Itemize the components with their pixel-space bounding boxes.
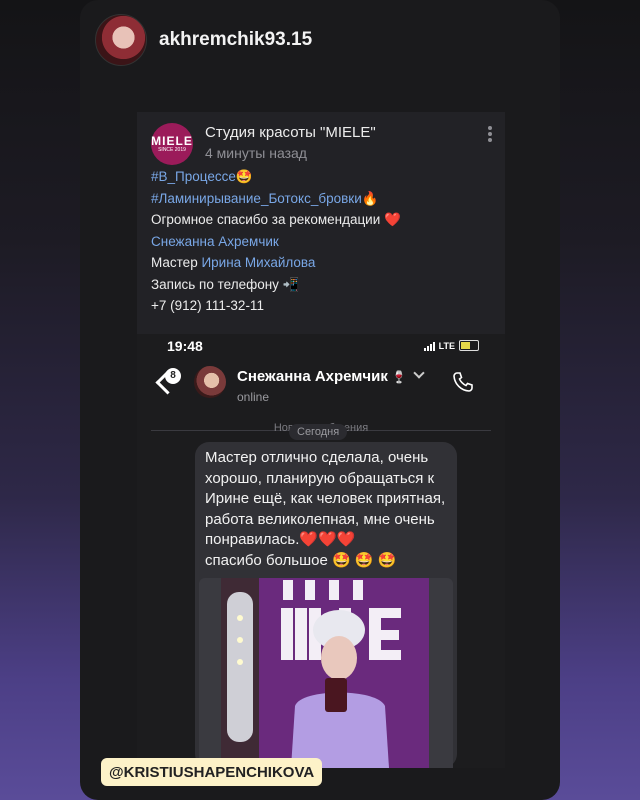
post-card: MIELE SINCE 2019 Студия красоты "MIELE" … — [137, 112, 505, 768]
profile-avatar[interactable] — [95, 14, 147, 66]
group-name[interactable]: Студия красоты "MIELE" — [205, 124, 376, 141]
post-line-6: Запись по телефону 📲 — [151, 274, 495, 296]
post-line-7: +7 (912) 111-32-11 — [151, 295, 495, 317]
message-text: Мастер отлично сделала, очень хорошо, пл… — [205, 448, 451, 571]
post-header: MIELE SINCE 2019 Студия красоты "MIELE" … — [151, 120, 495, 168]
story-header: akhremchik93.15 — [95, 14, 312, 66]
hashtag-link[interactable]: #Ламинирывание_Ботокс_бровки — [151, 191, 362, 206]
hashtag-link[interactable]: #В_Процессе — [151, 169, 236, 184]
fire-emoji: 🔥 — [361, 190, 379, 206]
today-date-pill: Сегодня — [289, 424, 348, 440]
post-line-4: Снежанна Ахремчик — [151, 231, 495, 253]
thanks-text: Огромное спасибо за рекомендации — [151, 212, 381, 227]
story-username[interactable]: akhremchik93.15 — [159, 29, 312, 51]
booking-text: Запись по телефону — [151, 276, 279, 292]
chevron-down-icon — [413, 367, 425, 379]
photo-frame — [199, 578, 453, 768]
hearts-emoji: ❤️❤️❤️ — [299, 531, 356, 548]
status-time: 19:48 — [167, 338, 203, 354]
wine-glass-icon: 🍷 — [391, 370, 407, 384]
salon-photo — [221, 578, 429, 768]
post-line-5: Мастер Ирина Михайлова — [151, 252, 495, 274]
logo-text: MIELE — [151, 133, 193, 148]
contact-avatar — [194, 366, 226, 398]
phone-emoji: 📲 — [282, 276, 300, 292]
master-link[interactable]: Ирина Михайлова — [201, 255, 315, 270]
salon-photo-illustration — [221, 578, 429, 768]
post-text: #В_Процессе🤩 #Ламинирывание_Ботокс_бровк… — [151, 166, 495, 317]
mention-text: @KRISTIUSHAPENCHIKOVA — [109, 763, 315, 781]
recommender-link[interactable]: Снежанна Ахремчик — [151, 234, 279, 249]
mention-tag[interactable]: @KRISTIUSHAPENCHIKOVA — [101, 758, 323, 786]
signal-icon — [423, 341, 435, 351]
post-time: 4 минуты назад — [205, 145, 307, 161]
chat-header: 8 Снежанна Ахремчик 🍷 online — [137, 360, 505, 412]
post-line-3: Огромное спасибо за рекомендации ❤️ — [151, 209, 495, 231]
message-bubble: Мастер отлично сделала, очень хорошо, пл… — [195, 442, 457, 768]
unread-badge: 8 — [165, 368, 181, 384]
post-line-2: #Ламинирывание_Ботокс_бровки🔥 — [151, 188, 495, 210]
contact-status: online — [237, 390, 270, 404]
contact-name: Снежанна Ахремчик 🍷 — [237, 367, 425, 385]
heart-emoji: ❤️ — [384, 212, 401, 227]
status-bar-right: LTE — [423, 340, 479, 351]
logo-subtext: SINCE 2019 — [158, 146, 186, 153]
star-eyes-emojis: 🤩 🤩 🤩 — [332, 551, 397, 569]
battery-icon — [459, 340, 479, 351]
phone-call-icon — [453, 372, 473, 392]
contact-name-text: Снежанна Ахремчик — [237, 368, 388, 385]
chat-screenshot-image[interactable]: 19:48 LTE 8 Снежанна Ахремчик🍷 online Но… — [137, 334, 505, 768]
post-line-1: #В_Процессе🤩 — [151, 166, 495, 188]
group-logo[interactable]: MIELE SINCE 2019 — [151, 123, 193, 165]
more-options-icon[interactable] — [487, 124, 493, 144]
master-label: Мастер — [151, 255, 198, 270]
network-label: LTE — [438, 340, 455, 351]
star-eyes-emoji: 🤩 — [235, 169, 253, 184]
phone-number[interactable]: +7 (912) 111-32-11 — [151, 298, 264, 313]
message-end: спасибо большое — [205, 551, 328, 569]
